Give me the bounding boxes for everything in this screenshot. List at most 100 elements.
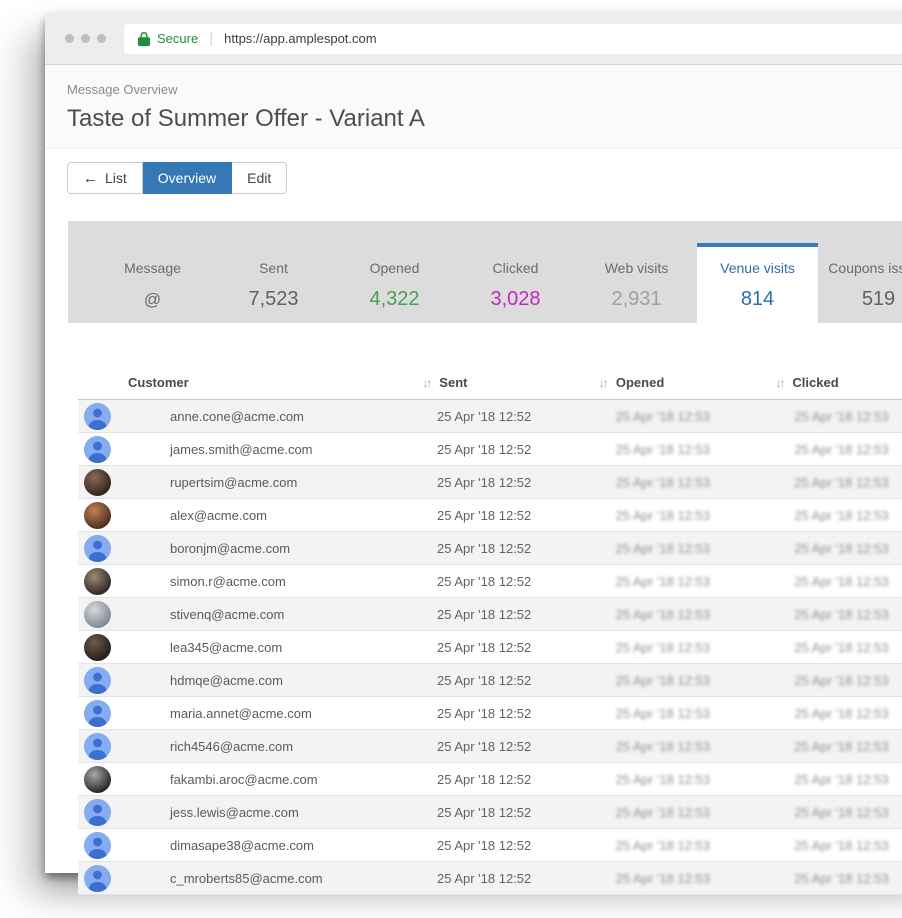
stat-label: Clicked <box>455 259 576 277</box>
stat-label: Web visits <box>576 259 697 277</box>
edit-button[interactable]: Edit <box>232 162 287 194</box>
customer-cell: rich4546@acme.com <box>78 733 409 760</box>
opened-cell: 25 Apr '18 12:53 <box>588 838 767 853</box>
clicked-cell: 25 Apr '18 12:53 <box>766 442 902 457</box>
customer-email: c_mroberts85@acme.com <box>170 871 323 886</box>
stat-label: Message <box>92 259 213 277</box>
window-control-dot[interactable] <box>97 34 106 43</box>
sent-cell: 25 Apr '18 12:52 <box>409 673 588 688</box>
avatar <box>84 403 111 430</box>
customer-email: anne.cone@acme.com <box>170 409 304 424</box>
clicked-cell: 25 Apr '18 12:53 <box>766 607 902 622</box>
stat-tab[interactable]: Coupons issued 519 <box>818 221 902 323</box>
stat-value: 4,322 <box>334 288 455 311</box>
opened-cell: 25 Apr '18 12:53 <box>588 739 767 754</box>
table-row[interactable]: anne.cone@acme.com 25 Apr '18 12:52 25 A… <box>78 400 902 433</box>
avatar <box>84 469 111 496</box>
table-row[interactable]: rich4546@acme.com 25 Apr '18 12:52 25 Ap… <box>78 730 902 763</box>
customer-cell: anne.cone@acme.com <box>78 403 409 430</box>
stat-tab[interactable]: Sent 7,523 <box>213 221 334 323</box>
sent-cell: 25 Apr '18 12:52 <box>409 574 588 589</box>
stat-tab[interactable]: Web visits 2,931 <box>576 221 697 323</box>
stat-value: 814 <box>697 288 818 311</box>
clicked-cell: 25 Apr '18 12:53 <box>766 475 902 490</box>
browser-chrome: Secure | https://app.amplespot.com <box>45 13 902 65</box>
avatar <box>84 535 111 562</box>
opened-cell: 25 Apr '18 12:53 <box>588 706 767 721</box>
table-row[interactable]: james.smith@acme.com 25 Apr '18 12:52 25… <box>78 433 902 466</box>
sent-cell: 25 Apr '18 12:52 <box>409 541 588 556</box>
opened-cell: 25 Apr '18 12:53 <box>588 607 767 622</box>
table-body: anne.cone@acme.com 25 Apr '18 12:52 25 A… <box>78 400 902 895</box>
opened-cell: 25 Apr '18 12:53 <box>588 640 767 655</box>
sent-cell: 25 Apr '18 12:52 <box>409 409 588 424</box>
stat-tab[interactable]: Clicked 3,028 <box>455 221 576 323</box>
avatar <box>84 832 111 859</box>
table-row[interactable]: boronjm@acme.com 25 Apr '18 12:52 25 Apr… <box>78 532 902 565</box>
customer-email: fakambi.aroc@acme.com <box>170 772 318 787</box>
customer-cell: stivenq@acme.com <box>78 601 409 628</box>
opened-cell: 25 Apr '18 12:53 <box>588 409 767 424</box>
window-control-dot[interactable] <box>65 34 74 43</box>
avatar <box>84 799 111 826</box>
table-row[interactable]: alex@acme.com 25 Apr '18 12:52 25 Apr '1… <box>78 499 902 532</box>
overview-button[interactable]: Overview <box>143 162 232 194</box>
clicked-cell: 25 Apr '18 12:53 <box>766 805 902 820</box>
opened-cell: 25 Apr '18 12:53 <box>588 772 767 787</box>
opened-cell: 25 Apr '18 12:53 <box>588 805 767 820</box>
avatar <box>84 601 111 628</box>
sort-icon[interactable]: ↓↑ <box>599 376 607 390</box>
clicked-cell: 25 Apr '18 12:53 <box>766 508 902 523</box>
page-header: Message Overview Taste of Summer Offer -… <box>45 65 902 149</box>
list-button[interactable]: ← List <box>67 162 143 194</box>
customer-cell: fakambi.aroc@acme.com <box>78 766 409 793</box>
sort-icon[interactable]: ↓↑ <box>422 376 430 390</box>
sent-cell: 25 Apr '18 12:52 <box>409 871 588 886</box>
table-row[interactable]: simon.r@acme.com 25 Apr '18 12:52 25 Apr… <box>78 565 902 598</box>
sent-cell: 25 Apr '18 12:52 <box>409 475 588 490</box>
column-header-clicked[interactable]: ↓↑ Clicked <box>768 375 902 390</box>
customer-cell: boronjm@acme.com <box>78 535 409 562</box>
sort-icon[interactable]: ↓↑ <box>775 376 783 390</box>
lock-icon <box>138 32 150 46</box>
stat-tab[interactable]: Opened 4,322 <box>334 221 455 323</box>
sent-cell: 25 Apr '18 12:52 <box>409 640 588 655</box>
avatar <box>84 667 111 694</box>
avatar <box>84 436 111 463</box>
stat-value: 519 <box>818 288 902 311</box>
stat-value: @ <box>92 288 213 311</box>
window-control-dot[interactable] <box>81 34 90 43</box>
stat-value: 2,931 <box>576 288 697 311</box>
avatar <box>84 634 111 661</box>
customer-email: simon.r@acme.com <box>170 574 286 589</box>
table-row[interactable]: dimasape38@acme.com 25 Apr '18 12:52 25 … <box>78 829 902 862</box>
address-bar[interactable]: Secure | https://app.amplespot.com <box>124 24 902 54</box>
sent-cell: 25 Apr '18 12:52 <box>409 508 588 523</box>
opened-cell: 25 Apr '18 12:53 <box>588 673 767 688</box>
stat-tab[interactable]: Venue visits 814 <box>697 243 818 329</box>
column-header-opened[interactable]: ↓↑ Opened <box>592 375 769 390</box>
stat-label: Venue visits <box>697 259 818 277</box>
clicked-cell: 25 Apr '18 12:53 <box>766 640 902 655</box>
table-row[interactable]: maria.annet@acme.com 25 Apr '18 12:52 25… <box>78 697 902 730</box>
customer-table: Customer ↓↑ Sent ↓↑ Opened ↓↑ Clicked an… <box>78 366 902 895</box>
customer-email: james.smith@acme.com <box>170 442 313 457</box>
customer-cell: james.smith@acme.com <box>78 436 409 463</box>
table-row[interactable]: rupertsim@acme.com 25 Apr '18 12:52 25 A… <box>78 466 902 499</box>
customer-cell: lea345@acme.com <box>78 634 409 661</box>
table-row[interactable]: stivenq@acme.com 25 Apr '18 12:52 25 Apr… <box>78 598 902 631</box>
table-row[interactable]: lea345@acme.com 25 Apr '18 12:52 25 Apr … <box>78 631 902 664</box>
table-row[interactable]: hdmqe@acme.com 25 Apr '18 12:52 25 Apr '… <box>78 664 902 697</box>
stat-tab[interactable]: Message @ <box>92 221 213 323</box>
column-header-sent-label: Sent <box>439 375 467 390</box>
table-row[interactable]: c_mroberts85@acme.com 25 Apr '18 12:52 2… <box>78 862 902 895</box>
column-header-sent[interactable]: ↓↑ Sent <box>415 375 592 390</box>
browser-window: Secure | https://app.amplespot.com Messa… <box>45 13 902 873</box>
customer-cell: rupertsim@acme.com <box>78 469 409 496</box>
view-toolbar: ← List Overview Edit <box>67 162 287 194</box>
column-header-opened-label: Opened <box>616 375 664 390</box>
table-row[interactable]: fakambi.aroc@acme.com 25 Apr '18 12:52 2… <box>78 763 902 796</box>
stat-value: 7,523 <box>213 288 334 311</box>
table-row[interactable]: jess.lewis@acme.com 25 Apr '18 12:52 25 … <box>78 796 902 829</box>
sent-cell: 25 Apr '18 12:52 <box>409 706 588 721</box>
